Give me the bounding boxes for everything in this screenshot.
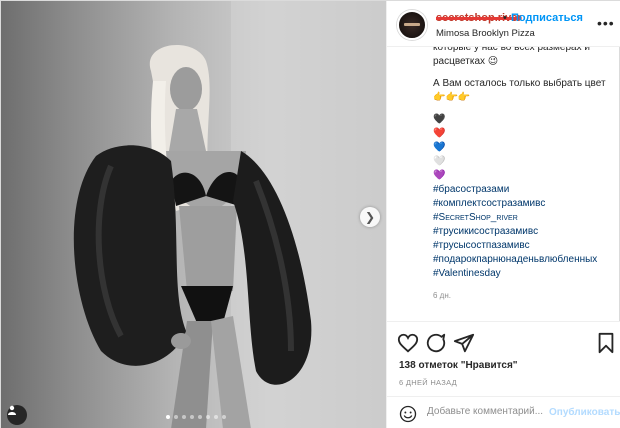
tagged-users-button[interactable] bbox=[7, 405, 27, 425]
carousel-dot bbox=[222, 415, 226, 419]
hashtag-link[interactable]: #трусысостпазамивс bbox=[433, 239, 612, 253]
follow-button[interactable]: Подписаться bbox=[511, 12, 583, 24]
caption-line: А Вам осталось только выбрать цвет bbox=[433, 78, 606, 89]
photo-illustration bbox=[73, 1, 386, 428]
likes-count[interactable]: 138 отметок "Нравится" bbox=[399, 360, 518, 371]
post-photo[interactable]: ❯ bbox=[1, 1, 386, 428]
hashtag-link[interactable]: #брасостразами bbox=[433, 183, 612, 197]
hashtag-link[interactable]: #подарокпарнюнаденьвлюбленных bbox=[433, 253, 612, 267]
carousel-dot bbox=[198, 415, 202, 419]
more-horizontal-icon[interactable]: ••• bbox=[597, 15, 615, 31]
action-bar: 138 отметок "Нравится" 6 ДНЕЙ НАЗАД Опуб… bbox=[387, 321, 620, 428]
carousel-dot bbox=[214, 415, 218, 419]
carousel-dot bbox=[174, 415, 178, 419]
heart-icon[interactable] bbox=[397, 332, 419, 354]
post-header: secretshop.river • Подписаться Mimosa Br… bbox=[387, 1, 620, 47]
heart-emoji-black: 🖤 bbox=[433, 114, 446, 125]
comment-input[interactable] bbox=[427, 406, 547, 417]
comment-icon[interactable] bbox=[425, 332, 447, 354]
add-comment-bar: Опубликовать bbox=[387, 396, 620, 428]
heart-emoji-white: 🤍 bbox=[433, 156, 446, 167]
instagram-post: ❯ secretshop.river • Подписаться Mimosa … bbox=[0, 0, 620, 428]
caption-area: которые у нас во всех размерах и расцвет… bbox=[387, 47, 620, 321]
caption-line: которые у нас во всех размерах и bbox=[433, 47, 590, 53]
post-sidebar: secretshop.river • Подписаться Mimosa Br… bbox=[386, 1, 620, 428]
publish-button[interactable]: Опубликовать bbox=[549, 407, 620, 418]
heart-emoji-blue: 💙 bbox=[433, 142, 446, 153]
carousel-dot bbox=[182, 415, 186, 419]
next-slide-button[interactable]: ❯ bbox=[360, 207, 380, 227]
bookmark-icon[interactable] bbox=[595, 332, 617, 354]
heart-emoji-purple: 💜 bbox=[433, 170, 446, 181]
carousel-dot bbox=[206, 415, 210, 419]
pointer-emojis: 👉👉👉 bbox=[433, 92, 471, 103]
carousel-dot bbox=[190, 415, 194, 419]
location-link[interactable]: Mimosa Brooklyn Pizza bbox=[436, 28, 535, 39]
hashtag-link[interactable]: #SecretShop_river bbox=[433, 211, 612, 225]
share-icon[interactable] bbox=[453, 332, 475, 354]
hashtag-link[interactable]: #трусикисостразамивс bbox=[433, 225, 612, 239]
emoji-smile-icon[interactable] bbox=[399, 405, 417, 423]
caption-time[interactable]: 6 дн. bbox=[433, 291, 612, 300]
post-date[interactable]: 6 ДНЕЙ НАЗАД bbox=[399, 378, 457, 387]
carousel-dot bbox=[166, 415, 170, 419]
chevron-right-icon: ❯ bbox=[364, 210, 376, 224]
carousel-dots bbox=[166, 415, 226, 419]
heart-emoji-red: ❤️ bbox=[433, 128, 446, 139]
user-icon bbox=[8, 405, 16, 415]
caption-line: расцветках 😉 bbox=[433, 56, 499, 67]
separator-dot: • bbox=[503, 12, 507, 24]
hashtag-link[interactable]: #Valentinesday bbox=[433, 267, 612, 281]
username-link[interactable]: secretshop.river bbox=[436, 12, 522, 24]
hashtag-link[interactable]: #комплектсостразамивс bbox=[433, 197, 612, 211]
avatar[interactable] bbox=[397, 10, 427, 40]
